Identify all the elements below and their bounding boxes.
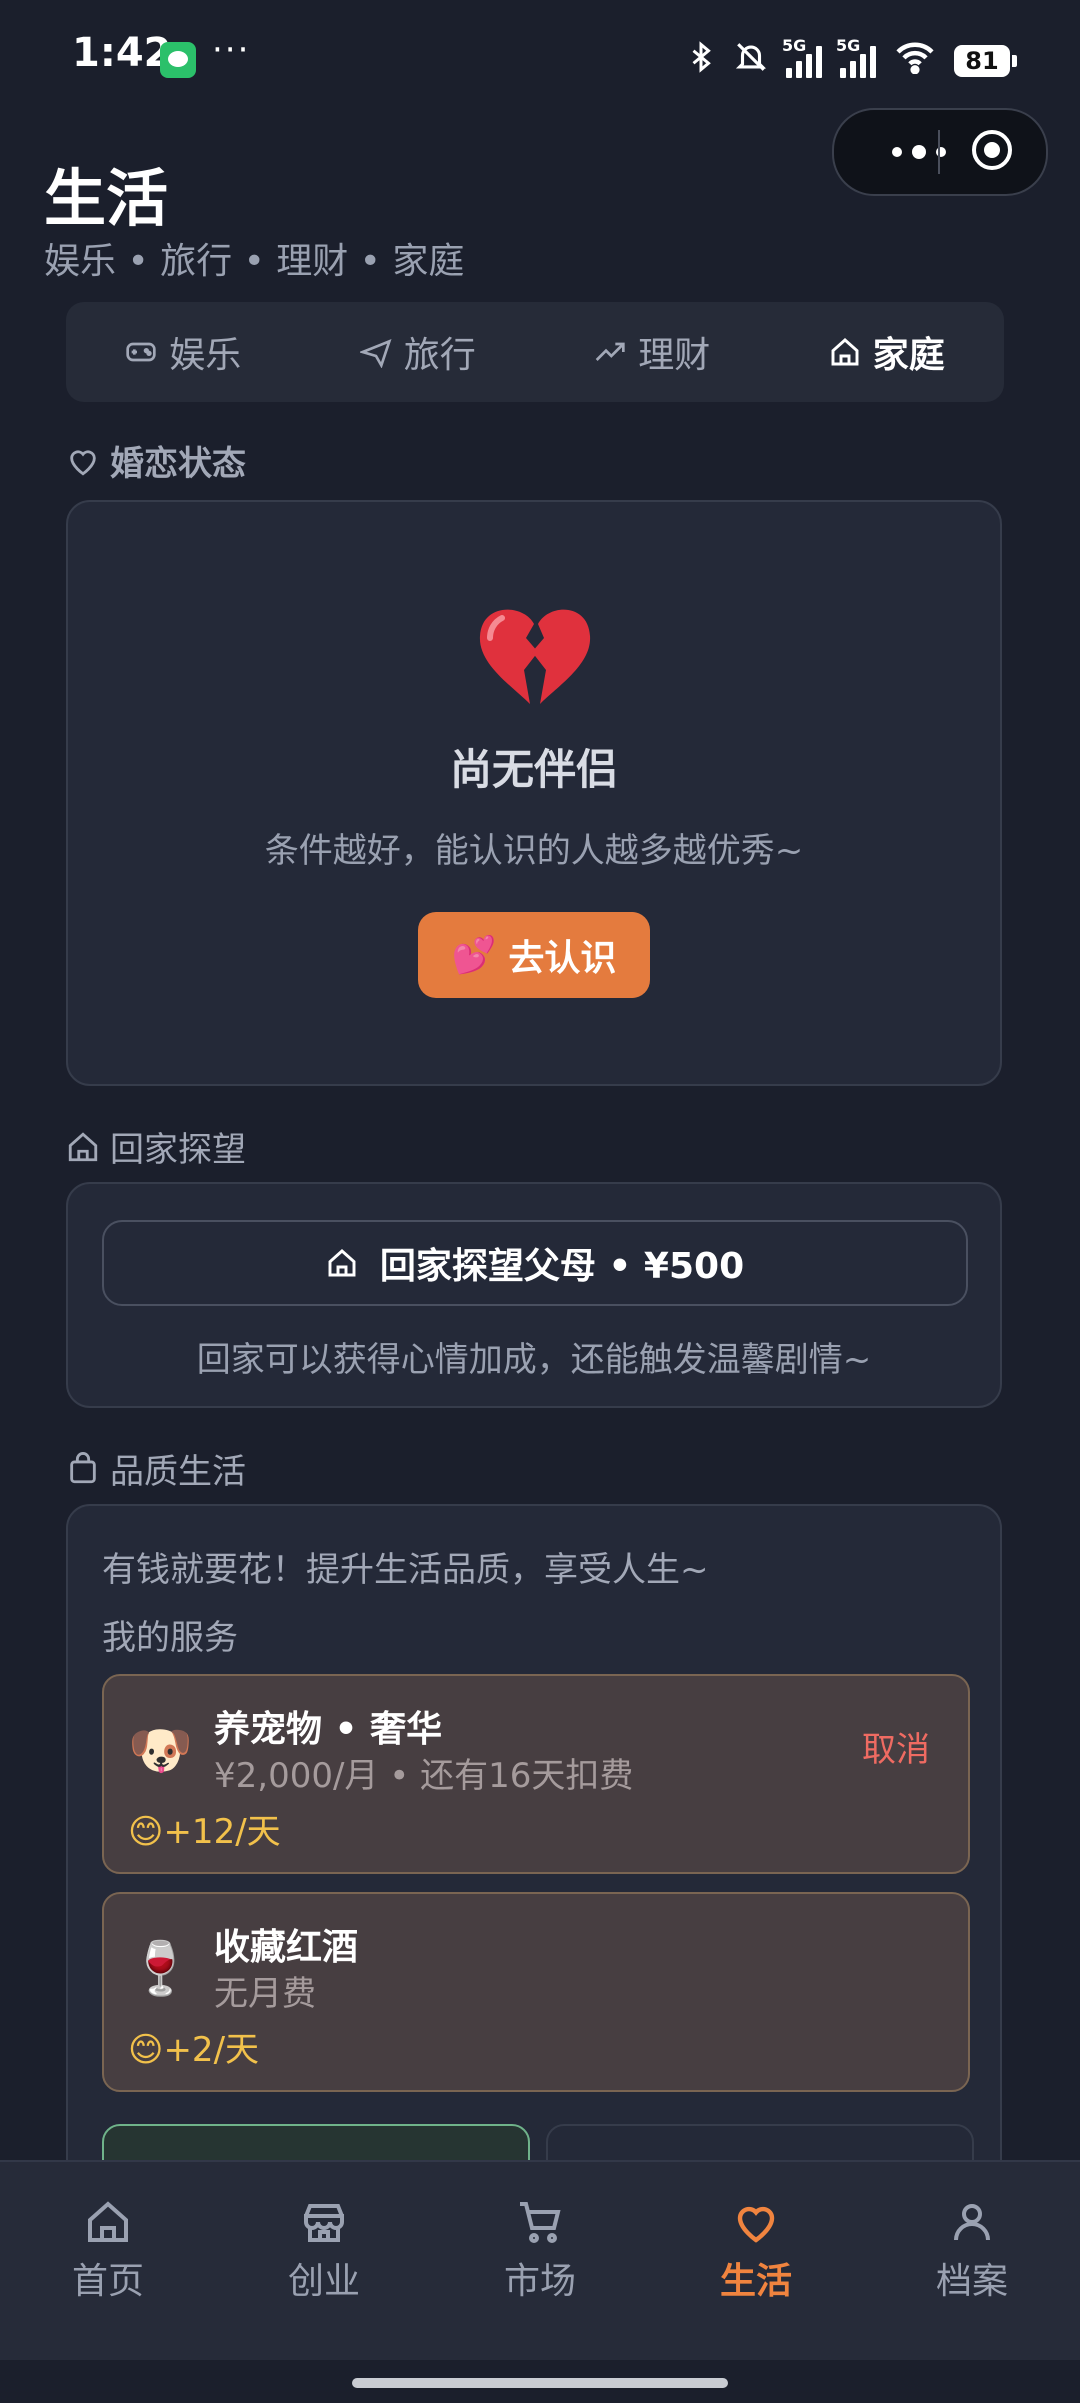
home-icon xyxy=(88,2201,128,2242)
go-meet-button[interactable]: 💕 去认识 xyxy=(417,912,651,998)
nav-item-business[interactable]: 创业 xyxy=(216,2162,432,2360)
nav-item-market[interactable]: 市场 xyxy=(432,2162,648,2360)
home-icon xyxy=(328,1249,356,1277)
two-hearts-icon: 💕 xyxy=(451,935,497,976)
tab-finance[interactable]: 理财 xyxy=(535,302,770,402)
partner-status-title: 尚无伴侣 xyxy=(449,745,618,794)
battery-icon: 81 xyxy=(954,45,1017,77)
trending-up-icon xyxy=(595,342,625,361)
more-menu-icon[interactable] xyxy=(864,110,974,194)
cart-icon xyxy=(520,2202,561,2243)
nav-item-life[interactable]: 生活 xyxy=(648,2162,864,2360)
tab-entertainment[interactable]: 娱乐 xyxy=(66,302,301,402)
visit-home-note: 回家可以获得心情加成，还能触发温馨剧情~ xyxy=(196,1340,872,1380)
heart-outline-icon xyxy=(70,449,96,475)
capsule-divider xyxy=(938,130,940,174)
shopping-bag-icon xyxy=(70,1451,96,1483)
visit-home-section-title: 回家探望 xyxy=(66,1122,246,1171)
store-icon xyxy=(304,2204,344,2242)
tab-label: 家庭 xyxy=(872,335,945,376)
service-item-pet: 🐶 养宠物 • 奢华 ¥2,000/月 • 还有16天扣费 😊+12/天 取消 xyxy=(102,1674,970,1874)
wechat-icon xyxy=(160,42,196,78)
service-name: 养宠物 • 奢华 xyxy=(214,1709,443,1750)
bluetooth-icon xyxy=(686,40,716,82)
nav-item-home[interactable]: 首页 xyxy=(0,2162,216,2360)
status-icons: 5G 5G 81 xyxy=(686,36,1017,86)
wine-glass-icon: 🍷 xyxy=(128,1939,193,1999)
more-notifications-icon: ··· xyxy=(212,30,251,70)
home-indicator[interactable] xyxy=(352,2378,728,2388)
signal-5g-icon: 5G xyxy=(836,36,876,78)
tab-family[interactable]: 家庭 xyxy=(770,302,1005,402)
status-bar: 1:42 ··· 5G 5G 81 xyxy=(0,0,1080,120)
gamepad-icon xyxy=(126,342,156,362)
tab-label: 娱乐 xyxy=(169,335,242,376)
cancel-service-button[interactable]: 取消 xyxy=(862,1722,930,1771)
close-miniprogram-icon[interactable] xyxy=(972,130,1012,170)
user-icon xyxy=(954,2204,990,2241)
go-meet-label: 去认识 xyxy=(508,938,617,979)
service-price: ¥2,000/月 • 还有16天扣费 xyxy=(214,1756,634,1796)
service-price: 无月费 xyxy=(214,1974,316,2014)
marriage-status-card: 尚无伴侣 条件越好，能认识的人越多越优秀~ 💕 去认识 xyxy=(66,500,1002,1086)
tab-label: 理财 xyxy=(638,335,711,376)
bottom-navigation: 首页 创业 市场 生活 档案 xyxy=(0,2160,1080,2360)
home-icon xyxy=(68,1131,98,1161)
category-tabs: 娱乐 旅行 理财 家庭 xyxy=(66,302,1004,402)
mood-bonus: 😊+2/天 xyxy=(128,2030,260,2070)
page-title: 生活 xyxy=(44,162,169,235)
wifi-icon xyxy=(894,40,936,82)
mute-icon xyxy=(734,40,768,82)
visit-parents-button[interactable]: 回家探望父母 • ¥500 xyxy=(102,1220,968,1306)
home-icon xyxy=(831,338,859,366)
signal-5g-icon: 5G xyxy=(782,36,822,78)
partner-status-hint: 条件越好，能认识的人越多越优秀~ xyxy=(264,831,804,871)
tab-label: 旅行 xyxy=(403,335,476,376)
plane-icon xyxy=(359,339,392,368)
nav-item-profile[interactable]: 档案 xyxy=(864,2162,1080,2360)
miniprogram-capsule xyxy=(832,108,1048,196)
my-services-label: 我的服务 xyxy=(102,1618,238,1658)
broken-heart-icon xyxy=(472,598,596,708)
marriage-section-title: 婚恋状态 xyxy=(66,436,246,485)
dog-icon: 🐶 xyxy=(128,1721,193,1781)
tab-travel[interactable]: 旅行 xyxy=(301,302,536,402)
visit-parents-label: 回家探望父母 • ¥500 xyxy=(379,1246,745,1287)
quality-life-card: 有钱就要花！提升生活品质，享受人生~ 我的服务 🐶 养宠物 • 奢华 ¥2,00… xyxy=(66,1504,1002,2248)
service-name: 收藏红酒 xyxy=(214,1927,359,1968)
status-time: 1:42 xyxy=(72,30,172,76)
page-subtitle: 娱乐 • 旅行 • 理财 • 家庭 xyxy=(44,241,465,282)
visit-home-card: 回家探望父母 • ¥500 回家可以获得心情加成，还能触发温馨剧情~ xyxy=(66,1182,1002,1408)
heart-icon xyxy=(737,2206,775,2243)
service-item-wine: 🍷 收藏红酒 无月费 😊+2/天 xyxy=(102,1892,970,2092)
quality-life-section-title: 品质生活 xyxy=(66,1444,246,1493)
mood-bonus: 😊+12/天 xyxy=(128,1812,281,1852)
quality-life-intro: 有钱就要花！提升生活品质，享受人生~ xyxy=(102,1550,709,1590)
